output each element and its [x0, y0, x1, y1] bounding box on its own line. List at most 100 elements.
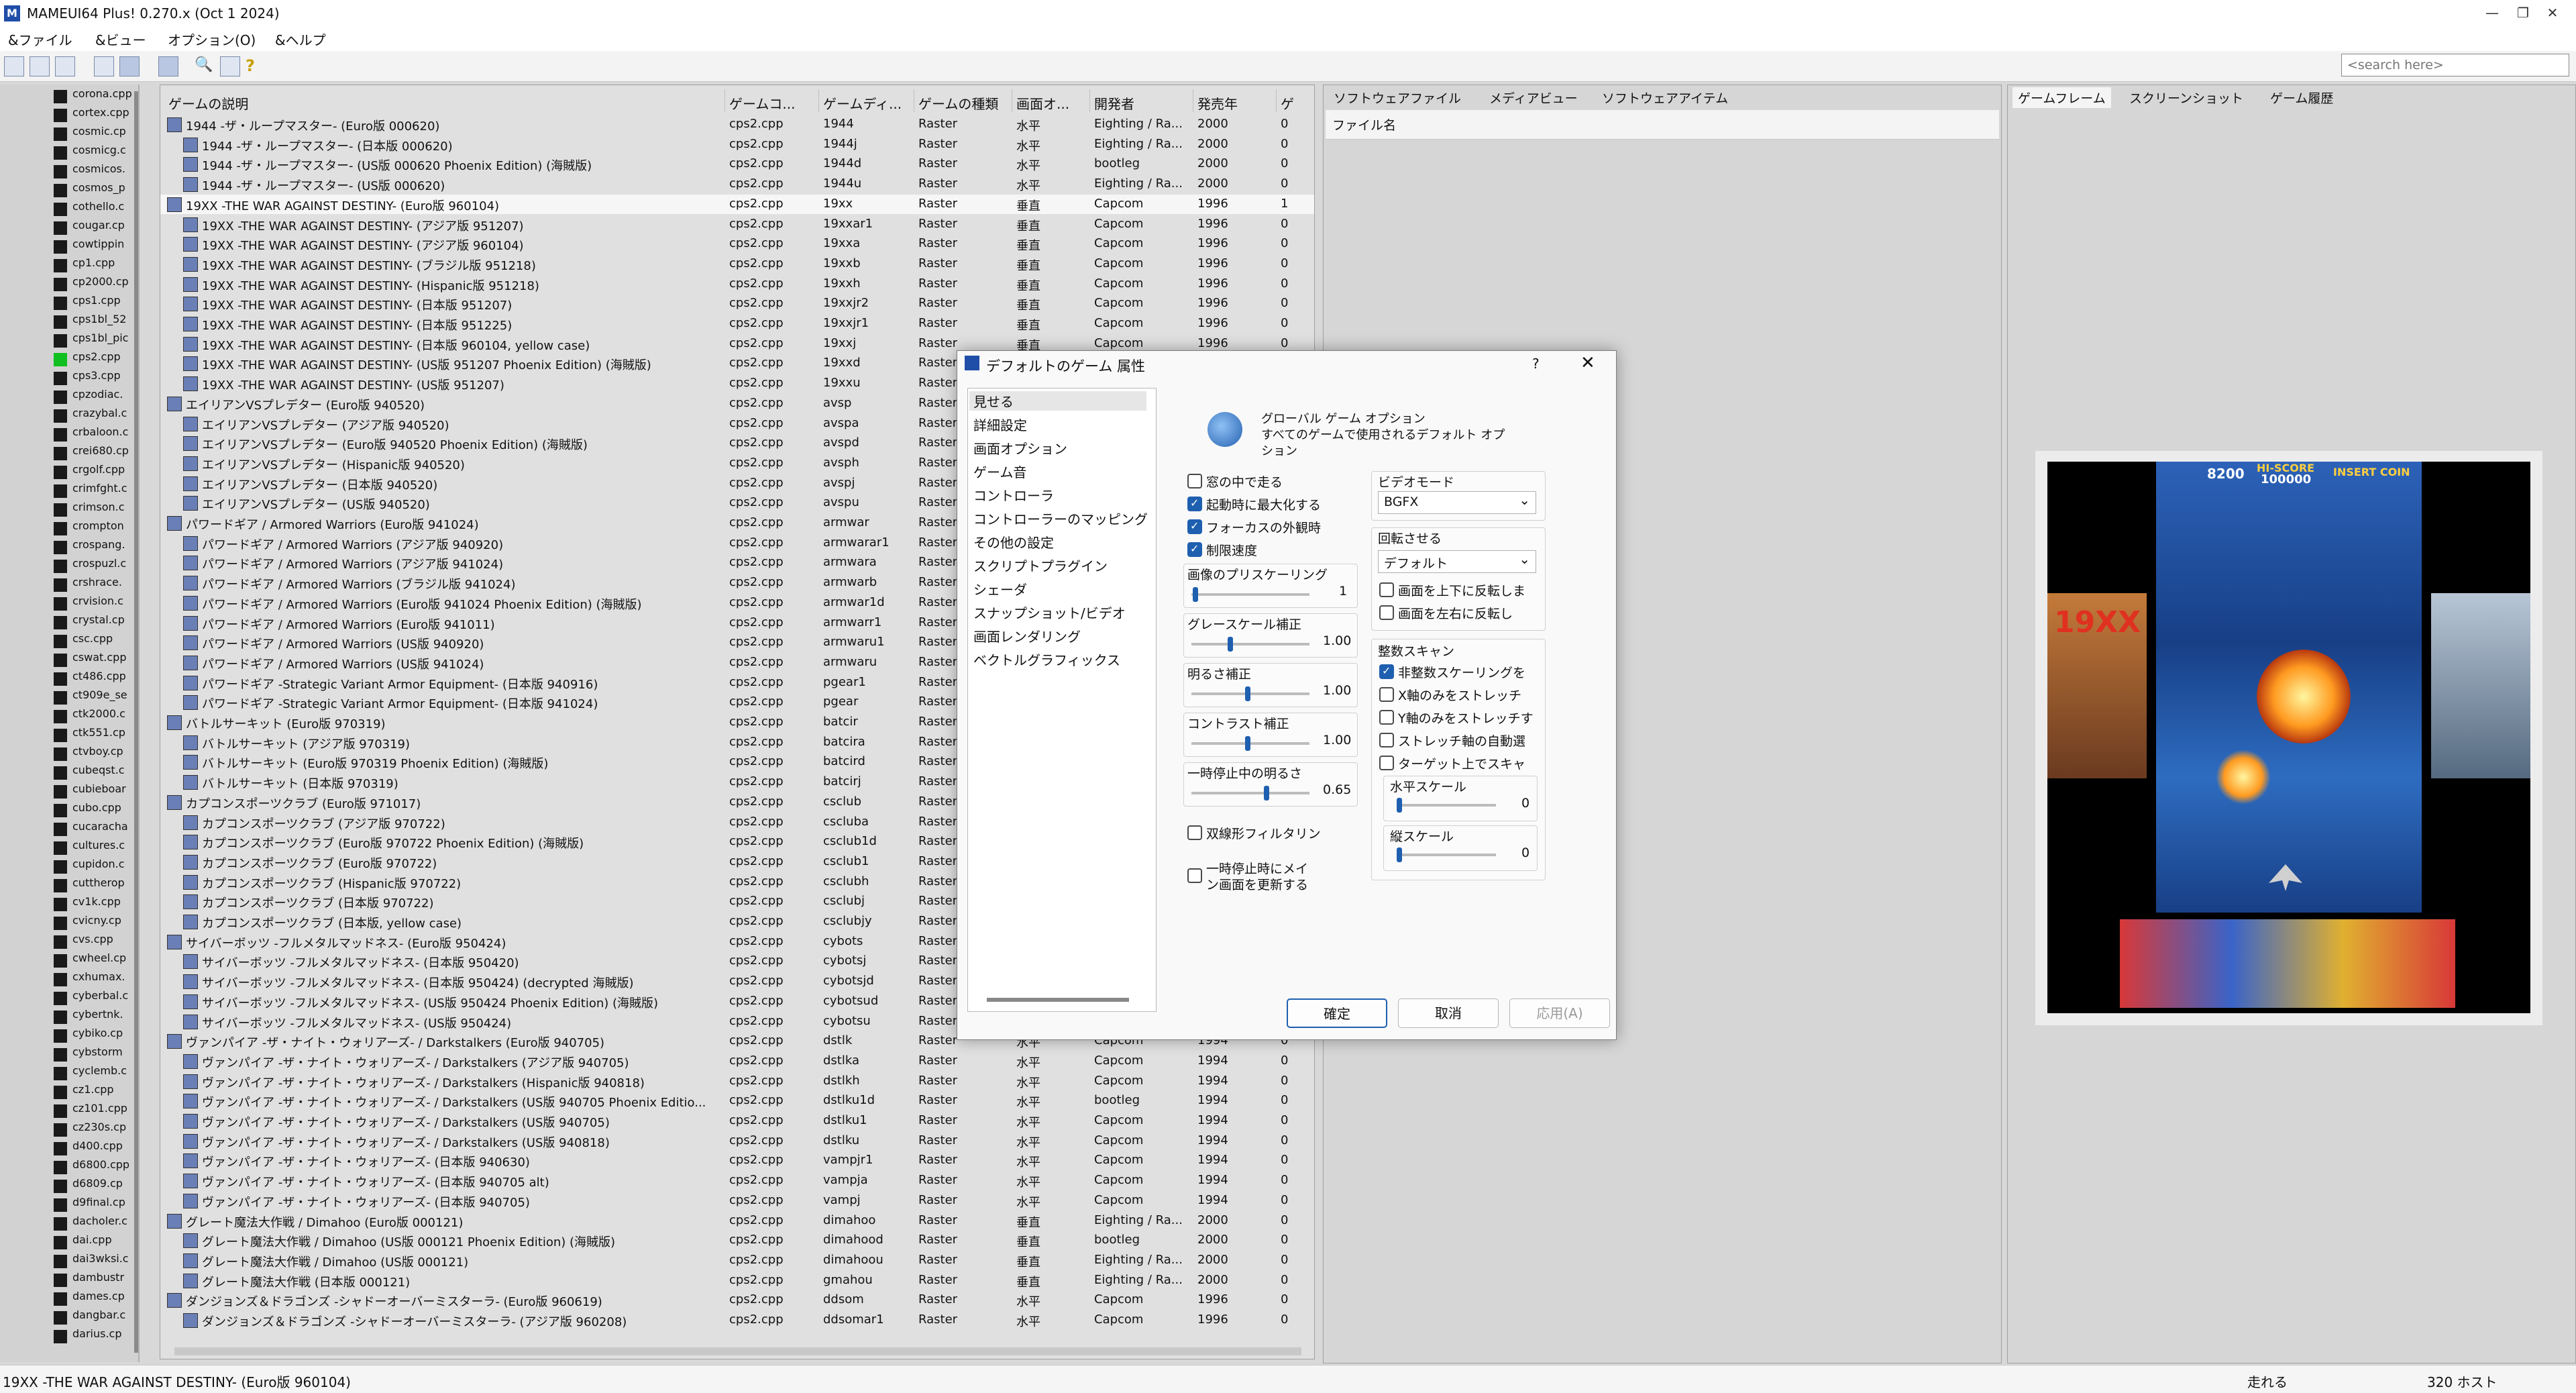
column-header[interactable]: ゲームの説明: [164, 89, 725, 112]
folder-item[interactable]: ct909e_se: [72, 688, 127, 701]
menu-help[interactable]: &ヘルプ: [271, 28, 330, 50]
folder-item[interactable]: cupidon.c: [72, 858, 125, 870]
details-view-icon[interactable]: [158, 56, 178, 76]
folder-item[interactable]: dacholer.c: [72, 1215, 127, 1227]
nav-scrollbar[interactable]: [987, 998, 1129, 1002]
folder-item[interactable]: cybertnk.: [72, 1008, 123, 1021]
throttle-checkbox[interactable]: [1187, 542, 1202, 557]
folder-item[interactable]: cps1bl_52: [72, 313, 126, 325]
hscale-slider-thumb[interactable]: [1397, 798, 1402, 813]
prescale-slider-thumb[interactable]: [1193, 587, 1198, 602]
maximize-on-start-checkbox[interactable]: [1187, 497, 1202, 511]
folder-item[interactable]: cultures.c: [72, 839, 125, 852]
nav-item[interactable]: スクリプトプラグイン: [973, 556, 1108, 575]
folder-item[interactable]: cosmos_p: [72, 181, 125, 194]
folder-item[interactable]: cortex.cpp: [72, 106, 129, 119]
folder-item[interactable]: cz1.cpp: [72, 1083, 114, 1096]
folder-item[interactable]: d9final.cp: [72, 1196, 125, 1208]
tab-game-frame[interactable]: ゲームフレーム: [2012, 87, 2111, 108]
folder-scrollbar[interactable]: [134, 91, 138, 1353]
pause-brightness-slider[interactable]: [1191, 792, 1309, 794]
nonint-scaling-checkbox[interactable]: [1379, 664, 1394, 679]
folder-item[interactable]: cwheel.cp: [72, 951, 126, 964]
search-input[interactable]: [2341, 54, 2569, 76]
folder-item[interactable]: ctk551.cp: [72, 726, 125, 739]
column-header[interactable]: ゲ: [1277, 89, 1314, 112]
table-row[interactable]: ダンジョンズ＆ドラゴンズ -シャドーオーバーミスターラ- (Euro版 9606…: [160, 1290, 1314, 1310]
table-row[interactable]: 19XX -THE WAR AGAINST DESTINY- (アジア版 960…: [160, 234, 1314, 254]
folder-item[interactable]: cp2000.cp: [72, 275, 129, 288]
folder-item[interactable]: cougar.cp: [72, 219, 125, 231]
folder-item[interactable]: cucaracha: [72, 820, 128, 833]
folder-item[interactable]: cswat.cpp: [72, 651, 127, 664]
sort-icon[interactable]: [94, 56, 114, 76]
contrast-slider[interactable]: [1191, 742, 1309, 745]
table-row[interactable]: グレート魔法大作戦 / Dimahoo (US版 000121) cps2.cpp…: [160, 1251, 1314, 1271]
folder-item[interactable]: cuttherop: [72, 876, 125, 889]
menu-view[interactable]: &ビュー: [91, 28, 150, 50]
prescale-slider[interactable]: [1191, 593, 1309, 596]
folder-item[interactable]: csc.cpp: [72, 632, 113, 645]
screenshot-icon[interactable]: [220, 56, 240, 76]
pause-brightness-slider-thumb[interactable]: [1264, 786, 1269, 801]
folder-item[interactable]: cosmicg.c: [72, 144, 126, 156]
folder-item[interactable]: d6800.cpp: [72, 1158, 129, 1171]
folder-item[interactable]: cz101.cpp: [72, 1102, 127, 1115]
close-button[interactable]: ✕: [2522, 0, 2576, 27]
table-row[interactable]: 19XX -THE WAR AGAINST DESTINY- (アジア版 951…: [160, 215, 1314, 235]
overscan-checkbox[interactable]: [1379, 756, 1394, 770]
folder-item[interactable]: cpzodiac.: [72, 388, 123, 401]
folder-item[interactable]: crimson.c: [72, 501, 125, 513]
nav-item[interactable]: 画面レンダリング: [973, 626, 1081, 646]
focus-checkbox[interactable]: [1187, 519, 1202, 534]
column-header[interactable]: ゲームディ...: [819, 89, 914, 112]
gamma-slider[interactable]: [1191, 643, 1309, 646]
folder-item[interactable]: d400.cpp: [72, 1139, 123, 1152]
table-row[interactable]: ヴァンパイア -ザ・ナイト・ウォリアーズ- / Darkstalkers (Hi…: [160, 1072, 1314, 1092]
grouped-view-icon[interactable]: [119, 56, 140, 76]
dialog-close-button[interactable]: ✕: [1580, 353, 1595, 373]
table-row[interactable]: 19XX -THE WAR AGAINST DESTINY- (Hispanic…: [160, 274, 1314, 295]
gamma-slider-thumb[interactable]: [1228, 637, 1233, 652]
cancel-button[interactable]: 取消: [1398, 998, 1499, 1028]
folder-item[interactable]: cvs.cpp: [72, 933, 113, 945]
folder-item[interactable]: ctvboy.cp: [72, 745, 123, 758]
run-in-window-checkbox[interactable]: [1187, 474, 1202, 488]
nav-item[interactable]: コントローラーのマッピング: [973, 509, 1148, 528]
table-row[interactable]: 1944 -ザ・ループマスター- (Euro版 000620) cps2.cpp 1…: [160, 115, 1314, 135]
table-row[interactable]: 19XX -THE WAR AGAINST DESTINY- (日本版 9512…: [160, 314, 1314, 334]
table-row[interactable]: 1944 -ザ・ループマスター- (US版 000620) cps2.cpp 194…: [160, 174, 1314, 195]
folder-item[interactable]: cxhumax.: [72, 970, 125, 983]
folder-item[interactable]: dames.cp: [72, 1290, 125, 1302]
tab-game-history[interactable]: ゲーム履歴: [2265, 87, 2339, 108]
table-row[interactable]: ヴァンパイア -ザ・ナイト・ウォリアーズ- (日本版 940705 alt) cp…: [160, 1171, 1314, 1191]
folder-item[interactable]: crbaloon.c: [72, 425, 128, 438]
folder-item[interactable]: cubo.cpp: [72, 801, 121, 814]
table-row[interactable]: 19XX -THE WAR AGAINST DESTINY- (日本版 9512…: [160, 294, 1314, 314]
folder-item[interactable]: cvicny.cp: [72, 914, 121, 927]
bilinear-checkbox[interactable]: [1187, 825, 1202, 840]
pause-update-checkbox[interactable]: [1187, 868, 1202, 883]
tab-software-items[interactable]: ソフトウェアアイテム: [1597, 87, 1733, 108]
folder-item[interactable]: cubieboar: [72, 782, 126, 795]
folder-item[interactable]: d6809.cp: [72, 1177, 123, 1190]
contrast-slider-thumb[interactable]: [1245, 736, 1250, 751]
folder-item[interactable]: crshrace.: [72, 576, 122, 588]
folder-item[interactable]: cp1.cpp: [72, 256, 115, 269]
nav-item[interactable]: コントローラ: [973, 485, 1054, 505]
hscale-slider[interactable]: [1397, 804, 1496, 807]
nav-item[interactable]: シェーダ: [973, 579, 1027, 599]
folder-item[interactable]: crystal.cp: [72, 613, 125, 626]
table-row[interactable]: ヴァンパイア -ザ・ナイト・ウォリアーズ- / Darkstalkers (US…: [160, 1091, 1314, 1111]
vscale-slider-thumb[interactable]: [1397, 847, 1402, 862]
column-header[interactable]: 発売年: [1193, 89, 1277, 112]
table-row[interactable]: ヴァンパイア -ザ・ナイト・ウォリアーズ- (日本版 940705) cps2.c…: [160, 1191, 1314, 1211]
vscale-slider[interactable]: [1397, 854, 1496, 856]
folder-item[interactable]: crospuzl.c: [72, 557, 126, 570]
auto-stretch-checkbox[interactable]: [1379, 733, 1394, 747]
nav-item[interactable]: ゲーム音: [973, 462, 1026, 481]
column-header[interactable]: 開発者: [1090, 89, 1193, 112]
nav-item[interactable]: スナップショット/ビデオ: [973, 603, 1126, 622]
nav-item[interactable]: その他の設定: [973, 532, 1054, 552]
table-row[interactable]: 19XX -THE WAR AGAINST DESTINY- (Euro版 96…: [160, 194, 1314, 215]
